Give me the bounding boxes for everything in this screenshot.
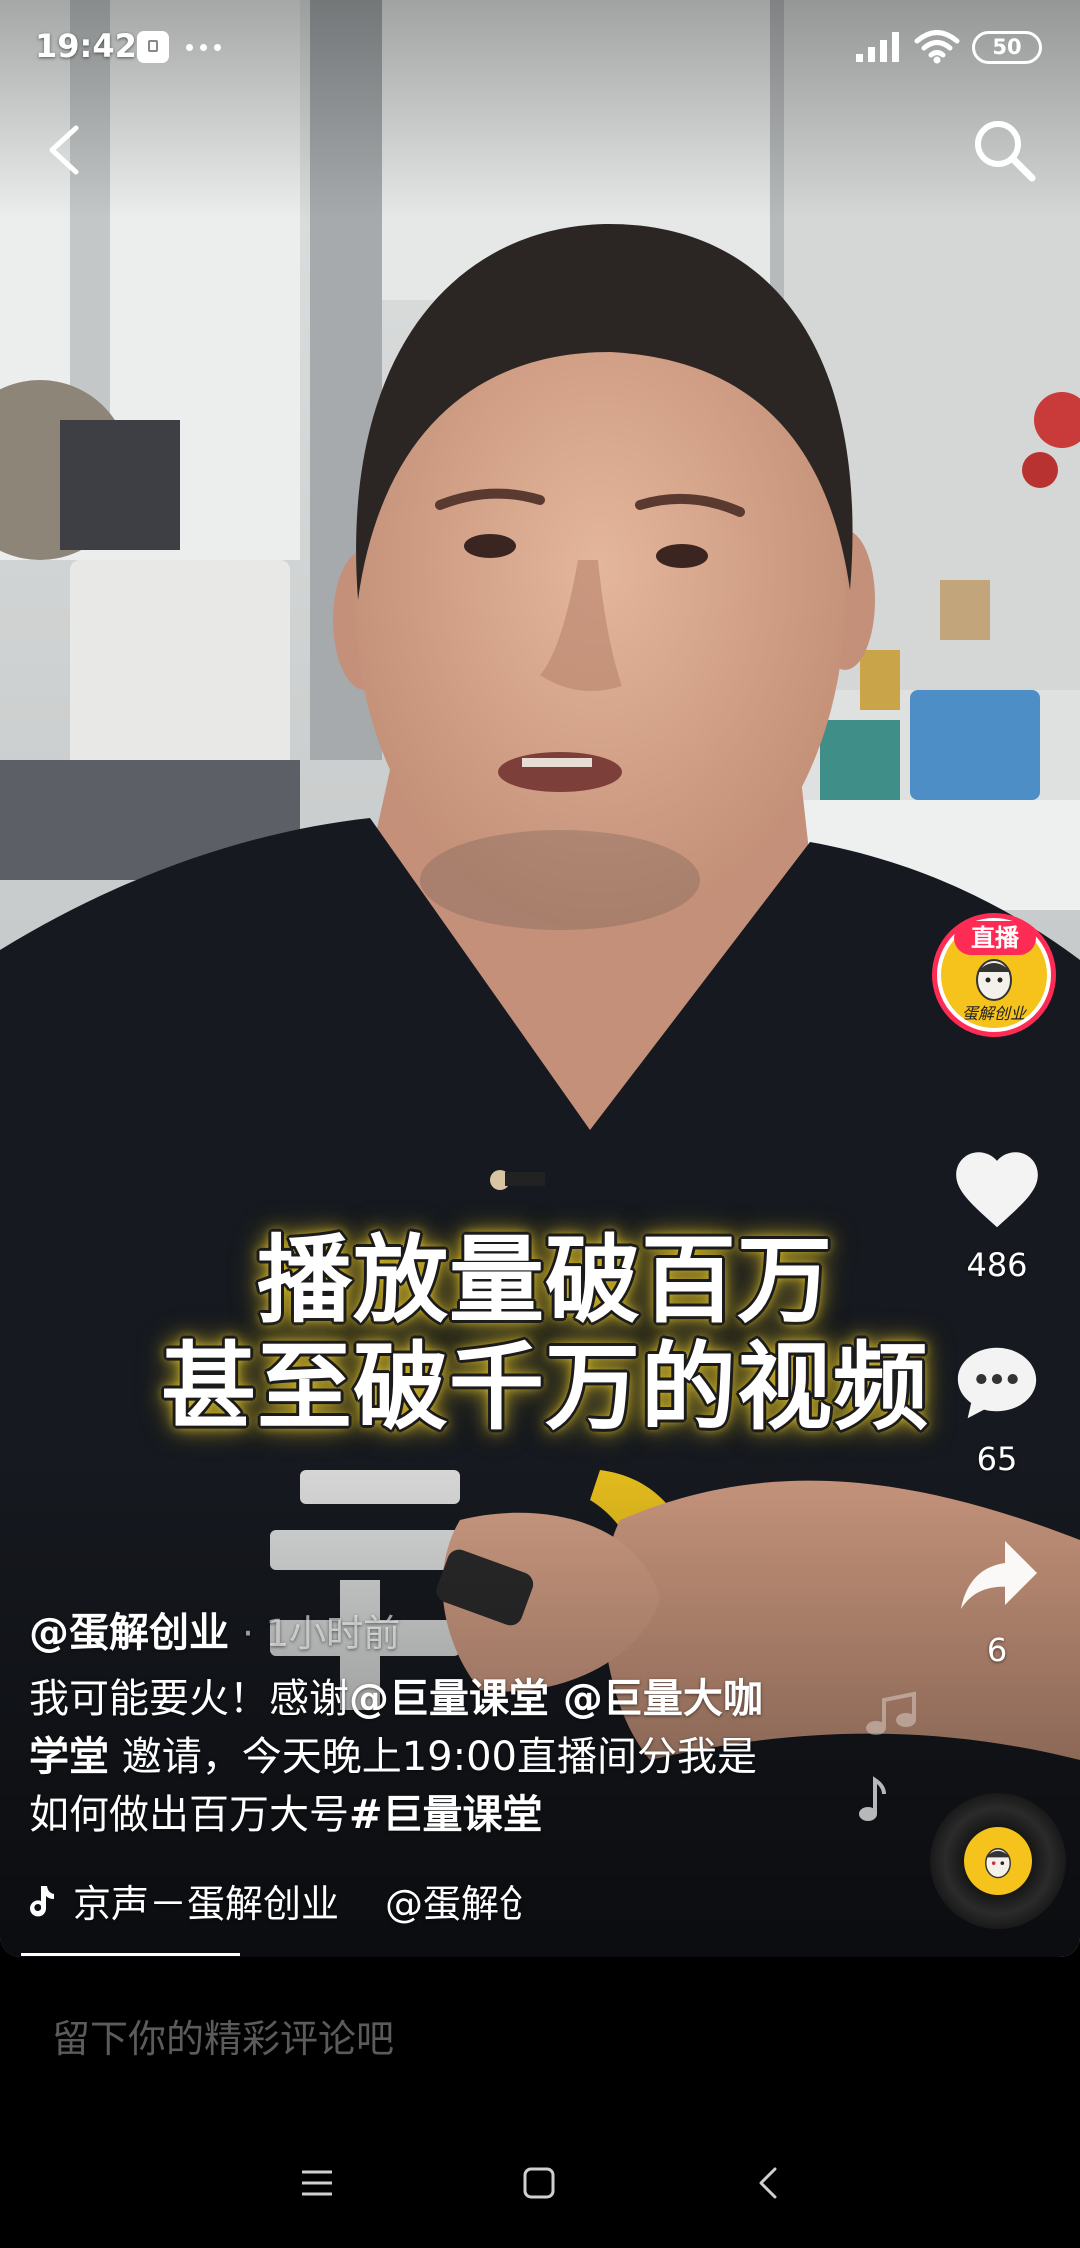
hashtag-link[interactable]: #巨量课堂 (349, 1792, 543, 1838)
description-line-3: 如何做出百万大号#巨量课堂 (29, 1786, 543, 1844)
screen: 播放量破百万 甚至破千万的视频 19:42 50 蛋解创业 直播 486 65 … (0, 0, 1080, 2248)
home-square-icon[interactable] (522, 2166, 556, 2200)
video-frame[interactable]: 播放量破百万 甚至破千万的视频 (0, 0, 1080, 1957)
video-caption-line-1: 播放量破百万 (256, 1226, 833, 1336)
egg-mascot-icon (985, 1848, 1011, 1879)
menu-icon[interactable] (300, 2166, 334, 2200)
description-line-1: 我可能要火！感谢@巨量课堂 @巨量大咖 (29, 1670, 763, 1728)
music-marquee[interactable]: 京声－蛋解创业 @蛋解创 (73, 1880, 523, 1928)
tiktok-note-icon (30, 1886, 54, 1917)
wifi-icon (914, 30, 960, 64)
video-progress-bar[interactable] (21, 1953, 240, 1956)
music-disc[interactable] (930, 1793, 1066, 1929)
notification-icon (137, 31, 169, 63)
video-scene (0, 0, 1080, 1957)
author-name[interactable]: @蛋解创业 (29, 1610, 229, 1656)
share-button[interactable] (948, 1533, 1046, 1621)
music-title: 京声－蛋解创业 (73, 1882, 340, 1926)
music-note-icon (866, 1691, 916, 1735)
comment-count: 65 (976, 1440, 1018, 1478)
back-nav-icon[interactable] (756, 2166, 780, 2200)
post-time: · 1小时前 (242, 1612, 401, 1655)
description-text: 如何做出百万大号 (29, 1792, 349, 1838)
more-dots-icon (186, 44, 226, 52)
back-icon[interactable] (46, 124, 82, 176)
description-text: 我可能要火！感谢 (29, 1676, 349, 1722)
status-time: 19:42 (35, 27, 137, 65)
music-author: @蛋解创 (385, 1882, 523, 1926)
description-text: 邀请，今天晚上19:00直播间分我是 (109, 1734, 757, 1780)
status-bar: 19:42 50 (0, 0, 1080, 95)
battery-level: 50 (992, 35, 1022, 59)
like-button[interactable] (948, 1140, 1046, 1234)
like-count: 486 (966, 1246, 1028, 1284)
music-disc-cover (964, 1827, 1032, 1895)
author-line: @蛋解创业 · 1小时前 (29, 1600, 400, 1658)
avatar-logo-text: 蛋解创业 (961, 1004, 1026, 1023)
comment-input[interactable] (52, 2008, 932, 2070)
egg-mascot-icon (976, 959, 1012, 1001)
search-icon[interactable] (970, 116, 1038, 184)
video-caption-line-2: 甚至破千万的视频 (160, 1333, 929, 1443)
signal-icon (856, 32, 899, 62)
description-line-2: 学堂 邀请，今天晚上19:00直播间分我是 (29, 1728, 757, 1786)
music-note-icon (859, 1776, 886, 1821)
share-count: 6 (986, 1631, 1008, 1669)
comment-button[interactable] (950, 1336, 1044, 1430)
battery-icon: 50 (972, 31, 1042, 64)
mention-link[interactable]: 学堂 (29, 1734, 109, 1780)
mention-link[interactable]: @巨量课堂 @巨量大咖 (349, 1676, 763, 1722)
live-badge: 直播 (954, 921, 1036, 955)
